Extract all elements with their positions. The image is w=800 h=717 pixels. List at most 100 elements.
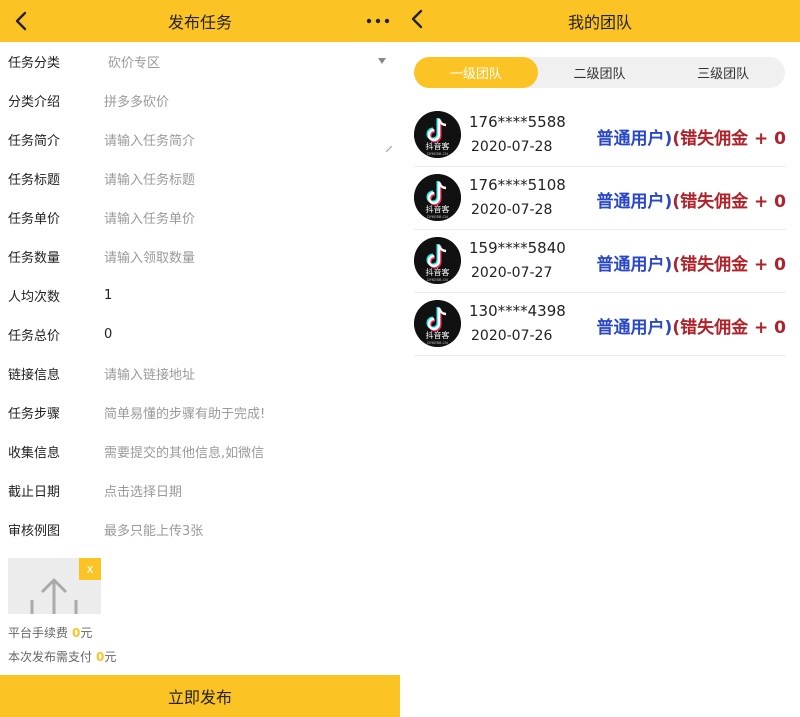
platform-fee-unit: 元 (80, 626, 93, 640)
field-quantity[interactable]: 任务数量 请输入领取数量 (0, 237, 400, 276)
member-join-date: 2020-07-28 (471, 139, 553, 155)
field-label: 任务简介 (8, 134, 61, 149)
field-collect-info[interactable]: 收集信息 需要提交的其他信息,如微信 (0, 432, 400, 471)
publish-now-button[interactable]: 立即发布 (0, 675, 400, 717)
member-status: 普通用户)(错失佣金 + 0 (597, 124, 786, 149)
review-images-hint: 最多只能上传3张 (104, 524, 204, 539)
field-deadline[interactable]: 截止日期 点击选择日期 (0, 471, 400, 510)
douyin-logo-icon: 抖音客 DYKEBB.CN (414, 300, 461, 347)
team-member-list: 抖音客 DYKEBB.CN 176****5588 2020-07-28 普通用… (414, 104, 786, 356)
upload-icon (30, 578, 78, 614)
payment-total: 本次发布需支付 0元 (8, 648, 116, 665)
field-total-price: 任务总价 0 (0, 315, 400, 354)
screen: 发布任务 任务分类 砍价专区 分类介绍 拼多多砍价 任务简介 请输入任务简介 任… (0, 0, 800, 717)
avatar-text: 抖音客 (426, 204, 450, 214)
member-join-date: 2020-07-26 (471, 328, 553, 344)
unit-price-input[interactable]: 请输入任务单价 (104, 208, 195, 227)
tab-level-1[interactable]: 一级团队 (414, 57, 538, 88)
link-input[interactable]: 请输入链接地址 (104, 364, 195, 383)
avatar: 抖音客 DYKEBB.CN (414, 174, 461, 221)
publish-header: 发布任务 (0, 0, 400, 42)
field-category-intro: 分类介绍 拼多多砍价 (0, 81, 400, 120)
list-item[interactable]: 抖音客 DYKEBB.CN 176****5588 2020-07-28 普通用… (414, 104, 786, 167)
member-role: 普通用户) (596, 255, 673, 275)
payment-label: 本次发布需支付 (8, 650, 93, 664)
back-arrow-icon[interactable] (10, 9, 34, 33)
douyin-logo-icon: 抖音客 DYKEBB.CN (414, 174, 461, 221)
field-review-images: 审核例图 最多只能上传3张 (0, 510, 400, 549)
page-title: 我的团队 (567, 13, 632, 32)
total-price-value: 0 (104, 327, 113, 342)
member-phone: 176****5108 (469, 176, 566, 194)
dropdown-triangle-icon (378, 58, 386, 64)
tab-level-2[interactable]: 二级团队 (538, 57, 662, 88)
field-label: 链接信息 (8, 368, 61, 383)
textarea-resize-icon[interactable] (386, 146, 392, 152)
missed-commission: (错失佣金 + 0 (672, 129, 786, 149)
steps-input[interactable]: 简单易懂的步骤有助于完成! (104, 403, 265, 422)
avatar-text: 抖音客 (426, 330, 450, 340)
member-phone: 130****4398 (469, 302, 566, 320)
field-label: 人均次数 (8, 290, 61, 305)
team-header: 我的团队 (400, 0, 800, 42)
quantity-input[interactable]: 请输入领取数量 (104, 247, 195, 266)
field-label: 审核例图 (8, 524, 61, 539)
missed-commission: (错失佣金 + 0 (672, 318, 786, 338)
member-phone: 159****5840 (469, 239, 566, 257)
task-summary-textarea[interactable]: 请输入任务简介 (104, 130, 195, 149)
list-item[interactable]: 抖音客 DYKEBB.CN 130****4398 2020-07-26 普通用… (414, 293, 786, 356)
field-unit-price[interactable]: 任务单价 请输入任务单价 (0, 198, 400, 237)
task-title-input[interactable]: 请输入任务标题 (104, 169, 195, 188)
list-item[interactable]: 抖音客 DYKEBB.CN 159****5840 2020-07-27 普通用… (414, 230, 786, 293)
publish-task-panel: 发布任务 任务分类 砍价专区 分类介绍 拼多多砍价 任务简介 请输入任务简介 任… (0, 0, 400, 717)
member-status: 普通用户)(错失佣金 + 0 (597, 250, 786, 275)
douyin-logo-icon: 抖音客 DYKEBB.CN (414, 237, 461, 284)
field-steps[interactable]: 任务步骤 简单易懂的步骤有助于完成! (0, 393, 400, 432)
my-team-panel: 我的团队 一级团队 二级团队 三级团队 抖音客 DYKEBB.CN 176***… (400, 0, 800, 717)
list-item[interactable]: 抖音客 DYKEBB.CN 176****5108 2020-07-28 普通用… (414, 167, 786, 230)
payment-unit: 元 (104, 650, 117, 664)
field-per-person-times[interactable]: 人均次数 1 (0, 276, 400, 315)
more-options-icon[interactable] (364, 9, 392, 33)
collect-info-input[interactable]: 需要提交的其他信息,如微信 (104, 442, 264, 461)
task-form: 任务分类 砍价专区 分类介绍 拼多多砍价 任务简介 请输入任务简介 任务标题 请… (0, 42, 400, 549)
member-status: 普通用户)(错失佣金 + 0 (597, 187, 786, 212)
field-label: 任务分类 (8, 56, 61, 71)
back-arrow-icon[interactable] (406, 7, 430, 31)
field-label: 分类介绍 (8, 95, 61, 110)
avatar-text: 抖音客 (426, 267, 450, 277)
category-select[interactable]: 砍价专区 (104, 52, 160, 71)
field-task-title[interactable]: 任务标题 请输入任务标题 (0, 159, 400, 198)
member-join-date: 2020-07-28 (471, 202, 553, 218)
platform-fee: 平台手续费 0元 (8, 624, 92, 641)
member-role: 普通用户) (596, 192, 673, 212)
member-phone: 176****5588 (469, 113, 566, 131)
per-person-times-input[interactable]: 1 (104, 288, 112, 303)
page-title: 发布任务 (167, 13, 232, 32)
missed-commission: (错失佣金 + 0 (672, 255, 786, 275)
field-task-summary[interactable]: 任务简介 请输入任务简介 (0, 120, 400, 159)
field-label: 任务数量 (8, 251, 61, 266)
avatar-subtext: DYKEBB.CN (427, 341, 448, 345)
field-label: 任务步骤 (8, 407, 61, 422)
field-link[interactable]: 链接信息 请输入链接地址 (0, 354, 400, 393)
team-level-tabs: 一级团队 二级团队 三级团队 (414, 57, 785, 88)
member-join-date: 2020-07-27 (471, 265, 553, 281)
avatar: 抖音客 DYKEBB.CN (414, 111, 461, 158)
tab-level-3[interactable]: 三级团队 (661, 57, 785, 88)
field-label: 任务总价 (8, 329, 61, 344)
field-category[interactable]: 任务分类 砍价专区 (0, 42, 400, 81)
avatar: 抖音客 DYKEBB.CN (414, 237, 461, 284)
avatar-subtext: DYKEBB.CN (427, 215, 448, 219)
avatar: 抖音客 DYKEBB.CN (414, 300, 461, 347)
platform-fee-label: 平台手续费 (8, 626, 69, 640)
field-label: 截止日期 (8, 485, 61, 500)
field-label: 任务单价 (8, 212, 61, 227)
member-role: 普通用户) (596, 129, 673, 149)
deadline-picker[interactable]: 点击选择日期 (104, 481, 182, 500)
missed-commission: (错失佣金 + 0 (672, 192, 786, 212)
field-label: 收集信息 (8, 446, 61, 461)
field-label: 任务标题 (8, 173, 61, 188)
remove-image-button[interactable]: x (79, 558, 101, 580)
category-intro-text: 拼多多砍价 (104, 95, 170, 110)
